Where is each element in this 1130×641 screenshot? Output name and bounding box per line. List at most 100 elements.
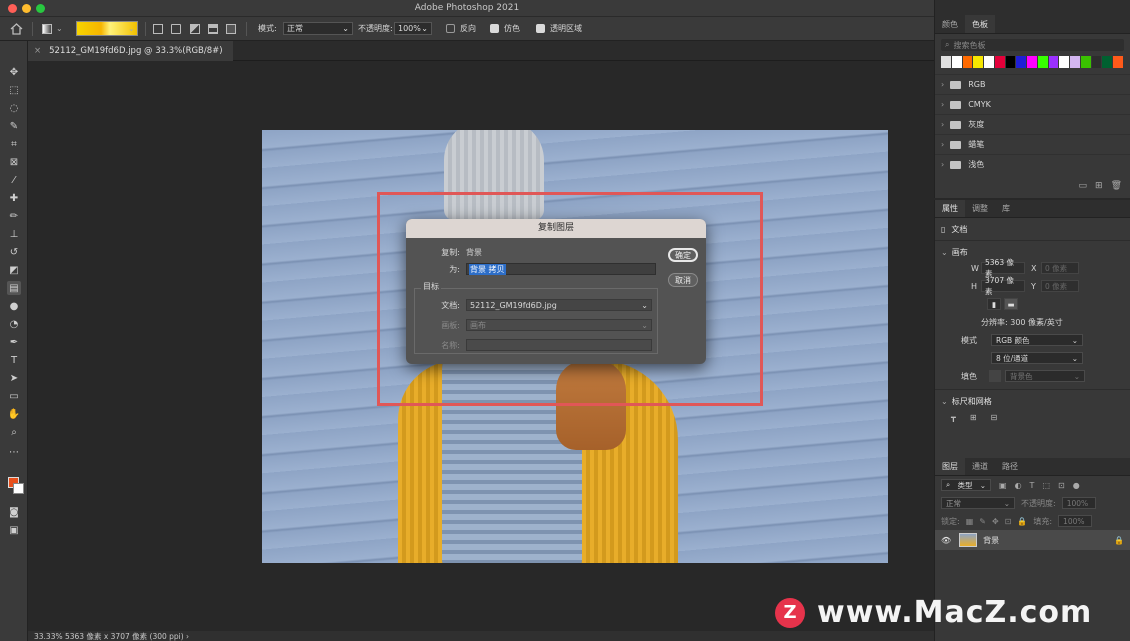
marquee-tool-icon[interactable]: ⬚	[7, 83, 21, 97]
pixel-filter-icon[interactable]: ▣	[999, 481, 1007, 490]
swatch-search-input[interactable]: ⌕ 搜索色板	[941, 39, 1124, 51]
new-group-icon[interactable]: ▭	[1079, 181, 1088, 191]
fill-select[interactable]: 背景色 ⌄	[1005, 370, 1085, 382]
layer-opacity-input[interactable]: 100%	[1061, 497, 1096, 509]
transparency-checkbox[interactable]: 透明区域	[536, 21, 582, 36]
color-swatch[interactable]	[962, 56, 973, 68]
adjustment-filter-icon[interactable]: ◐	[1015, 481, 1022, 490]
lock-all-icon[interactable]: 🔒	[1017, 517, 1027, 526]
diamond-gradient-icon[interactable]	[226, 21, 236, 36]
color-swatch[interactable]	[1070, 56, 1080, 68]
eraser-tool-icon[interactable]: ◩	[7, 263, 21, 277]
landscape-icon[interactable]: ▬	[1004, 298, 1018, 310]
close-tab-icon[interactable]: ×	[34, 46, 41, 56]
swatch-group-rgb[interactable]: › RGB	[935, 74, 1130, 94]
cancel-button[interactable]: 取消	[668, 273, 698, 287]
healing-brush-tool-icon[interactable]: ✚	[7, 191, 21, 205]
y-field[interactable]: 0 像素	[1041, 280, 1079, 292]
layer-fill-input[interactable]: 100%	[1058, 515, 1093, 527]
layer-row-background[interactable]: 👁 背景 🔒	[935, 530, 1130, 550]
dither-checkbox[interactable]: 仿色	[490, 21, 520, 36]
eyedropper-tool-icon[interactable]: ⁄	[7, 173, 21, 187]
path-selection-tool-icon[interactable]: ➤	[7, 371, 21, 385]
swatch-group-light[interactable]: › 浅色	[935, 154, 1130, 174]
lasso-tool-icon[interactable]: ◌	[7, 101, 21, 115]
shape-filter-icon[interactable]: ⬚	[1042, 481, 1050, 490]
name-input[interactable]	[466, 339, 652, 351]
dodge-tool-icon[interactable]: ◔	[7, 317, 21, 331]
swatch-group-cmyk[interactable]: › CMYK	[935, 94, 1130, 114]
home-icon[interactable]	[10, 21, 26, 36]
swatch-group-pastel[interactable]: › 蜡笔	[935, 134, 1130, 154]
swatch-group-gray[interactable]: › 灰度	[935, 114, 1130, 134]
background-color-swatch[interactable]	[13, 483, 24, 494]
quick-selection-tool-icon[interactable]: ✎	[7, 119, 21, 133]
color-swatch[interactable]	[1080, 56, 1091, 68]
angle-gradient-icon[interactable]	[190, 21, 200, 36]
linear-gradient-icon[interactable]	[153, 21, 163, 36]
lock-pixels-icon[interactable]: ▦	[966, 517, 974, 526]
artboard-select[interactable]: 画布 ⌄	[466, 319, 652, 331]
blur-tool-icon[interactable]: ●	[7, 299, 21, 313]
gradient-tool-icon[interactable]: ▤	[7, 281, 21, 295]
color-swatch[interactable]	[1027, 56, 1037, 68]
tab-libraries[interactable]: 库	[995, 200, 1017, 217]
screen-mode-icon[interactable]: ▣	[7, 523, 21, 537]
radial-gradient-icon[interactable]	[171, 21, 181, 36]
blend-mode-select[interactable]: 正常 ⌄	[941, 497, 1015, 509]
height-field[interactable]: 3707 像素	[981, 276, 1025, 296]
canvas-section-header[interactable]: ⌄ 画布	[941, 245, 1124, 259]
portrait-icon[interactable]: ▮	[987, 298, 1001, 310]
crop-tool-icon[interactable]: ⌗	[7, 137, 21, 151]
tab-color[interactable]: 颜色	[935, 15, 965, 33]
tab-swatches[interactable]: 色板	[965, 15, 995, 33]
type-filter-icon[interactable]: T	[1030, 481, 1035, 490]
tab-paths[interactable]: 路径	[995, 458, 1025, 475]
gradient-preset-icon[interactable]: ⌄	[42, 21, 63, 36]
tab-adjustments[interactable]: 调整	[965, 200, 995, 217]
more-tools-icon[interactable]: ⋯	[7, 445, 21, 459]
gradient-dropdown-icon[interactable]: ⌄	[128, 21, 135, 36]
color-swatch[interactable]	[1059, 56, 1070, 68]
delete-icon[interactable]: 🗑	[1111, 181, 1122, 191]
color-swatch[interactable]	[951, 56, 962, 68]
color-swatch[interactable]	[984, 56, 994, 68]
tab-properties[interactable]: 属性	[935, 200, 965, 217]
color-swatch[interactable]	[994, 56, 1005, 68]
ruler-icon[interactable]: ┳	[951, 413, 956, 422]
document-tab[interactable]: × 52112_GM19fd6D.jpg @ 33.3%(RGB/8#)	[28, 41, 233, 61]
quick-mask-icon[interactable]: ◙	[7, 505, 21, 519]
filter-toggle-icon[interactable]: ●	[1073, 481, 1080, 490]
grid-icon[interactable]: ⊞	[970, 413, 977, 422]
color-swatch[interactable]	[1037, 56, 1048, 68]
layer-name-input[interactable]: 背景 拷贝	[466, 263, 656, 275]
document-select[interactable]: 52112_GM19fd6D.jpg ⌄	[466, 299, 652, 311]
color-mode-select[interactable]: RGB 颜色 ⌄	[991, 334, 1083, 346]
color-swatch[interactable]	[973, 56, 984, 68]
clone-stamp-tool-icon[interactable]: ⊥	[7, 227, 21, 241]
smart-filter-icon[interactable]: ⊡	[1058, 481, 1065, 490]
guides-icon[interactable]: ⊟	[991, 413, 998, 422]
fill-color-swatch[interactable]	[989, 370, 1001, 382]
color-swatch[interactable]	[1091, 56, 1102, 68]
lock-paint-icon[interactable]: ✎	[979, 517, 986, 526]
tab-layers[interactable]: 图层	[935, 458, 965, 475]
width-field[interactable]: 5363 像素	[981, 258, 1025, 278]
color-swatch[interactable]	[1005, 56, 1016, 68]
pen-tool-icon[interactable]: ✒	[7, 335, 21, 349]
color-swatch[interactable]	[1113, 56, 1124, 68]
color-swatch[interactable]	[1102, 56, 1113, 68]
move-tool-icon[interactable]: ✥	[7, 65, 21, 79]
lock-position-icon[interactable]: ✥	[992, 517, 999, 526]
color-swatch[interactable]	[941, 56, 951, 68]
lock-artboard-icon[interactable]: ⊡	[1005, 517, 1012, 526]
reflected-gradient-icon[interactable]	[208, 21, 218, 36]
reverse-checkbox[interactable]: 反向	[446, 21, 476, 36]
new-swatch-icon[interactable]: ⊞	[1095, 181, 1103, 191]
rectangle-tool-icon[interactable]: ▭	[7, 389, 21, 403]
history-brush-tool-icon[interactable]: ↺	[7, 245, 21, 259]
opacity-input[interactable]: 100% ⌄	[394, 21, 432, 36]
zoom-tool-icon[interactable]: ⌕	[7, 425, 21, 439]
color-swatch[interactable]	[1016, 56, 1027, 68]
frame-tool-icon[interactable]: ⊠	[7, 155, 21, 169]
